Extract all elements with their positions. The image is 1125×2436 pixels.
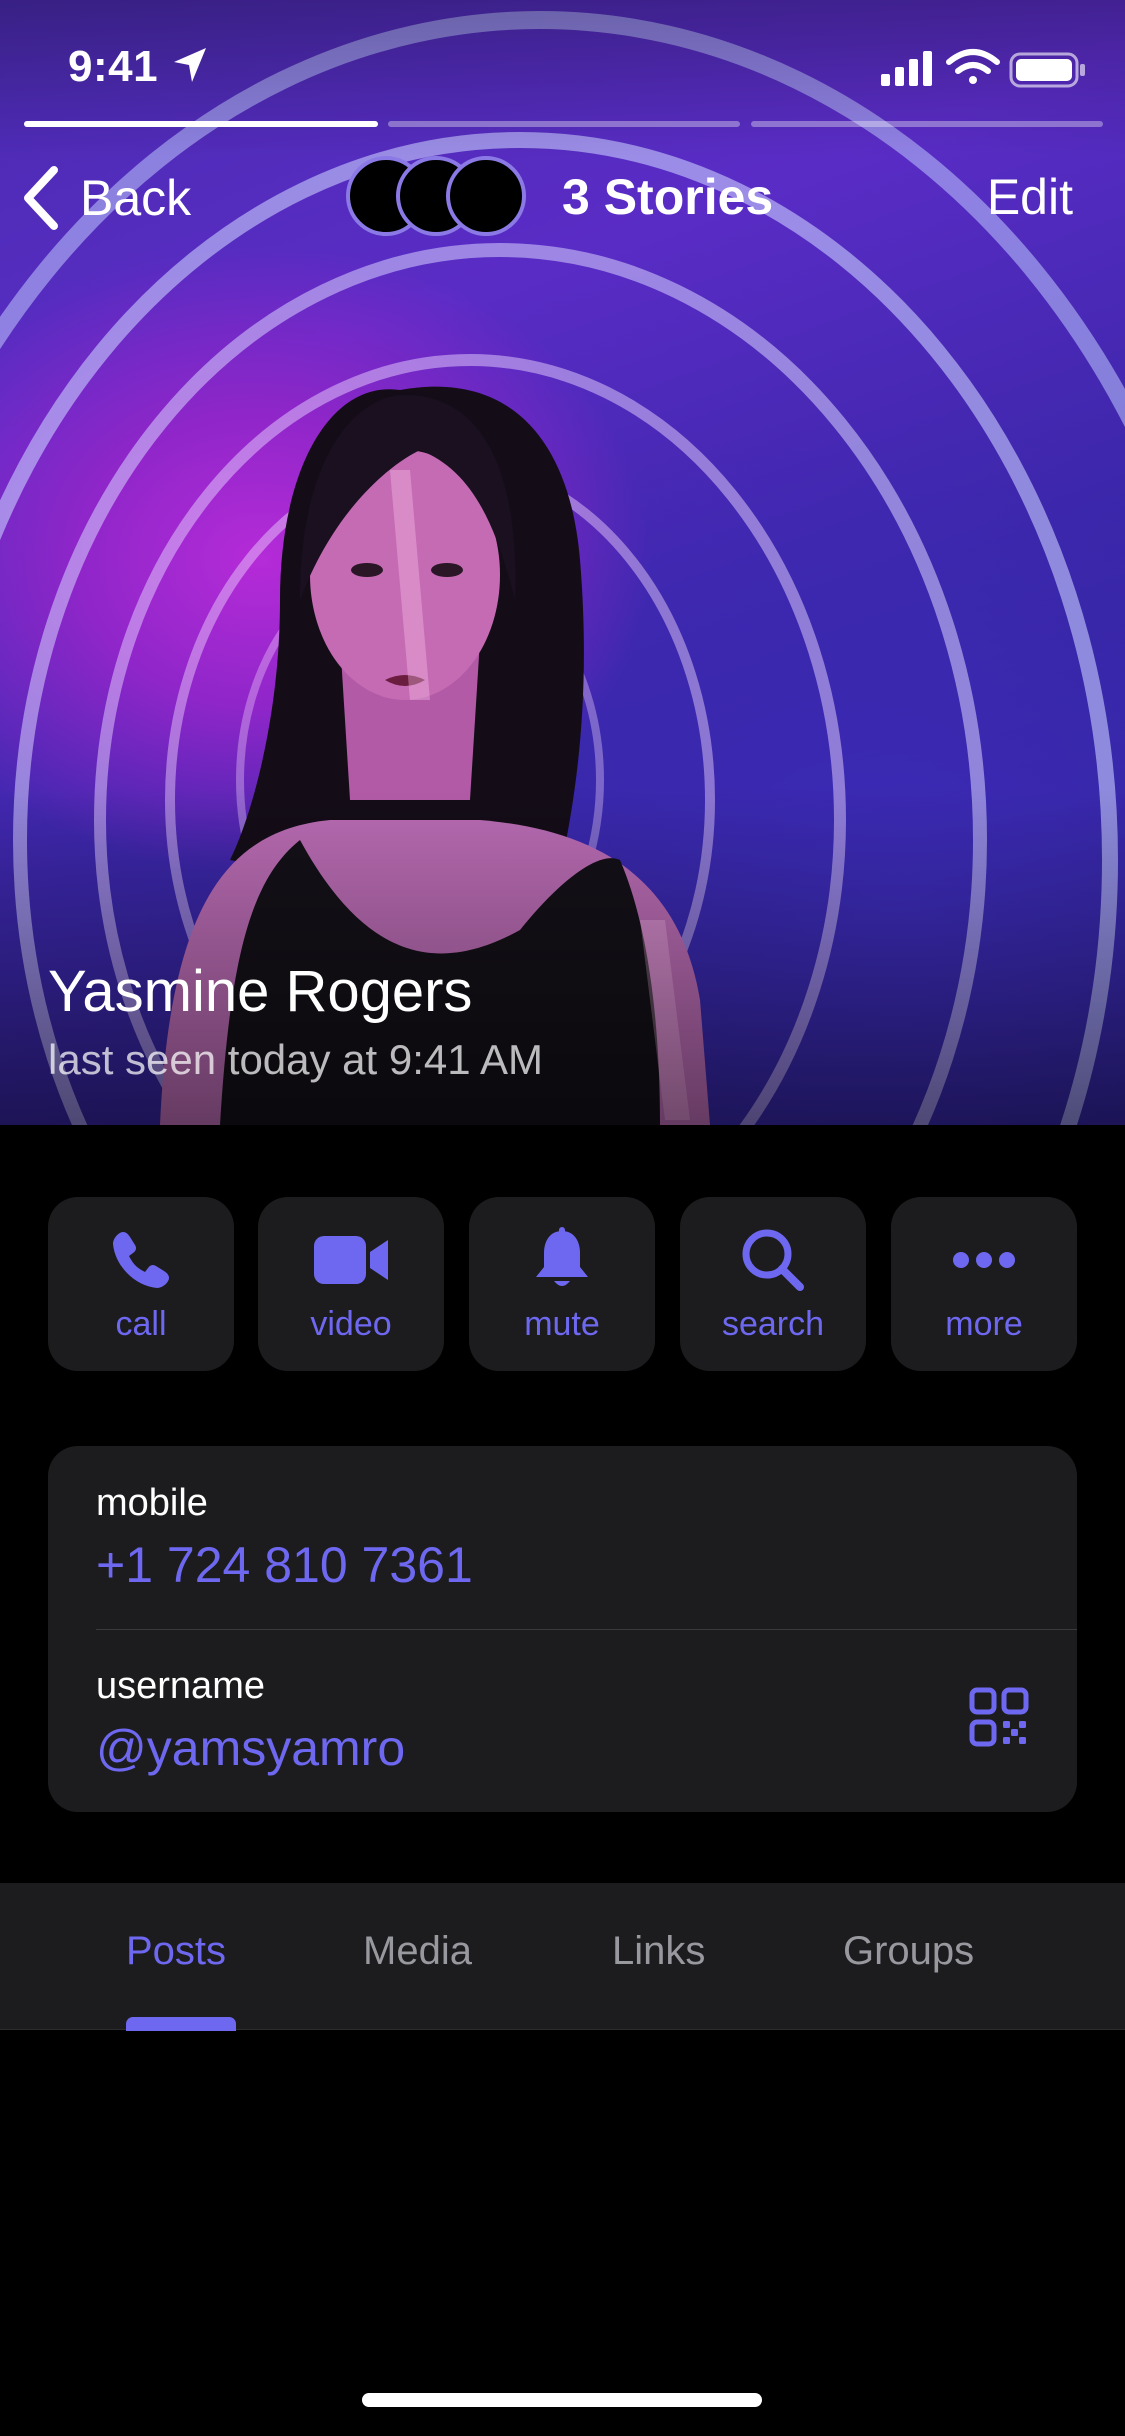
- stories-count-label: 3 Stories: [562, 169, 774, 225]
- info-divider: [96, 1629, 1077, 1630]
- contact-info-card: mobile +1 724 810 7361 username @yamsyam…: [48, 1446, 1077, 1812]
- username-value[interactable]: @yamsyamro: [96, 1719, 405, 1777]
- tab-links[interactable]: Links: [612, 1929, 705, 1974]
- status-icons: [881, 49, 1085, 88]
- search-icon: [742, 1229, 804, 1291]
- phone-icon: [113, 1232, 169, 1288]
- mobile-label: mobile: [96, 1482, 208, 1524]
- wifi-icon: [946, 49, 1000, 84]
- tab-groups[interactable]: Groups: [843, 1929, 974, 1974]
- video-label: video: [310, 1305, 392, 1343]
- mobile-number[interactable]: +1 724 810 7361: [96, 1536, 473, 1594]
- qr-code-icon[interactable]: [969, 1687, 1029, 1747]
- action-buttons: call video mute search more: [48, 1197, 1077, 1371]
- story-avatar-3: [446, 156, 526, 236]
- call-button[interactable]: call: [48, 1197, 234, 1371]
- back-label: Back: [80, 170, 192, 226]
- battery-icon: [1009, 52, 1085, 88]
- username-label: username: [96, 1665, 265, 1707]
- tab-media[interactable]: Media: [363, 1929, 472, 1974]
- edit-button[interactable]: Edit: [987, 168, 1073, 226]
- active-tab-indicator: [126, 2017, 236, 2031]
- more-label: more: [945, 1305, 1023, 1343]
- search-label: search: [721, 1305, 825, 1343]
- ellipsis-icon: [953, 1252, 1015, 1268]
- story-progress-2: [388, 121, 740, 127]
- chevron-left-icon: [24, 166, 58, 230]
- location-arrow-icon: [174, 48, 206, 82]
- tab-posts[interactable]: Posts: [126, 1929, 226, 1974]
- back-button[interactable]: Back: [22, 164, 191, 232]
- video-camera-icon: [314, 1236, 388, 1284]
- story-progress-3: [751, 121, 1103, 127]
- more-button[interactable]: more: [891, 1197, 1077, 1371]
- signal-icon: [881, 51, 932, 86]
- story-progress-1: [24, 121, 378, 127]
- search-button[interactable]: search: [680, 1197, 866, 1371]
- media-tabs: Posts Media Links Groups: [0, 1883, 1125, 2030]
- status-time: 9:41: [68, 42, 159, 91]
- mute-button[interactable]: mute: [469, 1197, 655, 1371]
- video-button[interactable]: video: [258, 1197, 444, 1371]
- home-indicator[interactable]: [362, 2393, 762, 2407]
- profile-name: Yasmine Rogers: [48, 959, 473, 1024]
- call-label: call: [115, 1305, 167, 1343]
- bell-icon: [536, 1227, 588, 1286]
- mute-label: mute: [524, 1305, 600, 1343]
- last-seen-status: last seen today at 9:41 AM: [48, 1036, 543, 1083]
